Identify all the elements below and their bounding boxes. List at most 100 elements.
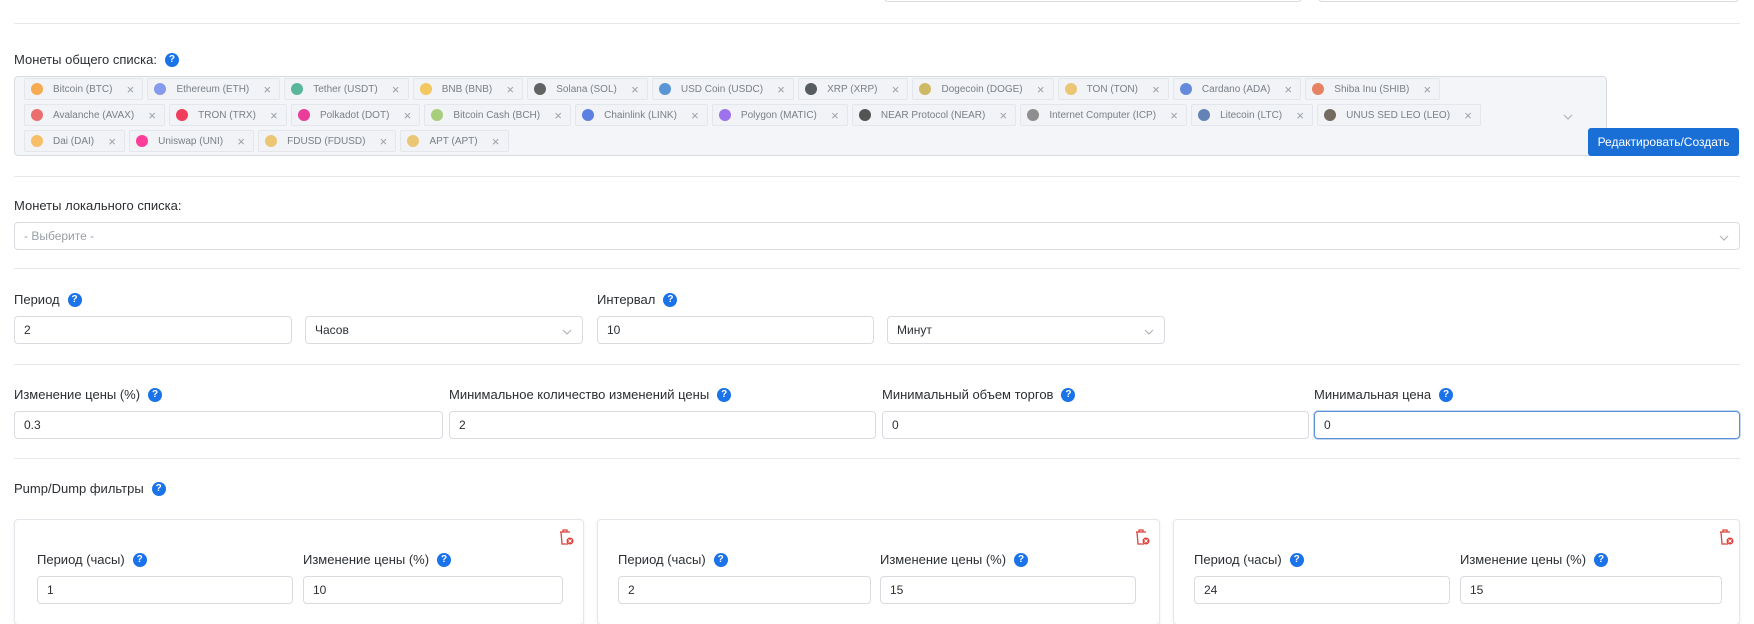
remove-tag-icon[interactable]: × — [1033, 82, 1049, 97]
remove-tag-icon[interactable]: × — [1166, 108, 1182, 123]
coin-tag[interactable]: Bitcoin (BTC) × — [24, 78, 144, 100]
coin-tag[interactable]: Litecoin (LTC) × — [1191, 104, 1314, 126]
min-price-input[interactable]: 0 — [1314, 411, 1740, 439]
remove-tag-icon[interactable]: × — [144, 108, 160, 123]
card-change-input[interactable]: 15 — [880, 576, 1136, 604]
edit-create-button[interactable]: Редактировать/Создать — [1588, 128, 1739, 156]
coin-icon — [1312, 83, 1325, 95]
coin-tag-label: TRON (TRX) — [198, 109, 256, 121]
coin-tag[interactable]: UNUS SED LEO (LEO) × — [1317, 104, 1482, 126]
period-unit-select[interactable]: Часов — [305, 316, 583, 344]
help-icon[interactable]: ? — [1439, 387, 1454, 402]
help-icon[interactable]: ? — [1594, 552, 1609, 567]
coin-tag[interactable]: TRON (TRX) × — [169, 104, 287, 126]
interval-unit-select[interactable]: Минут — [887, 316, 1165, 344]
common-coins-label: Монеты общего списка: ? — [14, 52, 179, 67]
remove-tag-icon[interactable]: × — [502, 82, 518, 97]
remove-tag-icon[interactable]: × — [887, 82, 903, 97]
remove-tag-icon[interactable]: × — [773, 82, 789, 97]
remove-tag-icon[interactable]: × — [827, 108, 843, 123]
delete-filter-icon[interactable] — [1718, 528, 1734, 546]
coin-tag[interactable]: Avalanche (AVAX) × — [24, 104, 166, 126]
remove-tag-icon[interactable]: × — [122, 82, 138, 97]
coin-tag[interactable]: Shiba Inu (SHIB) × — [1305, 78, 1441, 100]
coin-tag[interactable]: BNB (BNB) × — [412, 78, 524, 100]
remove-tag-icon[interactable]: × — [259, 82, 275, 97]
delete-filter-icon[interactable] — [1134, 528, 1150, 546]
top-input-right[interactable] — [1318, 0, 1739, 2]
coin-icon — [1027, 109, 1040, 121]
card-change-input[interactable]: 10 — [303, 576, 563, 604]
coin-tag[interactable]: APT (APT) × — [400, 130, 509, 152]
coin-tag-label: Ethereum (ETH) — [176, 83, 250, 95]
delete-filter-icon[interactable] — [558, 528, 574, 546]
remove-tag-icon[interactable]: × — [233, 134, 249, 149]
coin-tag[interactable]: NEAR Protocol (NEAR) × — [851, 104, 1017, 126]
remove-tag-icon[interactable]: × — [399, 108, 415, 123]
help-icon[interactable]: ? — [437, 552, 452, 567]
remove-tag-icon[interactable]: × — [488, 134, 504, 149]
interval-input[interactable]: 10 — [597, 316, 874, 344]
coin-tag-label: Litecoin (LTC) — [1220, 109, 1283, 121]
coin-tag[interactable]: Internet Computer (ICP) × — [1020, 104, 1188, 126]
min-volume-input[interactable]: 0 — [882, 411, 1309, 439]
coin-tag[interactable]: Uniswap (UNI) × — [129, 130, 255, 152]
coin-tag-label: UNUS SED LEO (LEO) — [1346, 109, 1451, 121]
card-period-input[interactable]: 24 — [1194, 576, 1450, 604]
remove-tag-icon[interactable]: × — [266, 108, 282, 123]
min-changes-input[interactable]: 2 — [449, 411, 876, 439]
coin-tag-label: Shiba Inu (SHIB) — [1334, 83, 1410, 95]
help-icon[interactable]: ? — [148, 387, 163, 402]
remove-tag-icon[interactable]: × — [375, 134, 391, 149]
coin-tag[interactable]: TON (TON) × — [1057, 78, 1169, 100]
remove-tag-icon[interactable]: × — [550, 108, 566, 123]
card-period-input[interactable]: 2 — [618, 576, 871, 604]
coin-tag[interactable]: Polkadot (DOT) × — [290, 104, 421, 126]
card-period-input[interactable]: 1 — [37, 576, 293, 604]
card-period-label-text: Период (часы) — [618, 552, 706, 567]
local-coins-select[interactable]: - Выберите - — [14, 222, 1740, 250]
coin-icon — [176, 109, 189, 121]
coin-tag[interactable]: Dogecoin (DOGE) × — [912, 78, 1054, 100]
help-icon[interactable]: ? — [67, 292, 82, 307]
coin-tag[interactable]: Ethereum (ETH) × — [147, 78, 281, 100]
coin-tag[interactable]: Chainlink (LINK) × — [575, 104, 708, 126]
help-icon[interactable]: ? — [1014, 552, 1029, 567]
remove-tag-icon[interactable]: × — [1280, 82, 1296, 97]
coin-tag[interactable]: Dai (DAI) × — [24, 130, 126, 152]
remove-tag-icon[interactable]: × — [1419, 82, 1435, 97]
help-icon[interactable]: ? — [713, 552, 728, 567]
coin-icon — [291, 83, 304, 95]
period-input[interactable]: 2 — [14, 316, 292, 344]
remove-tag-icon[interactable]: × — [388, 82, 404, 97]
coin-tag[interactable]: FDUSD (FDUSD) × — [258, 130, 397, 152]
coin-tag[interactable]: Polygon (MATIC) × — [711, 104, 848, 126]
help-icon[interactable]: ? — [1061, 387, 1076, 402]
coin-tag[interactable]: Tether (USDT) × — [284, 78, 409, 100]
remove-tag-icon[interactable]: × — [627, 82, 643, 97]
chevron-down-icon[interactable] — [1563, 112, 1573, 122]
top-input-left[interactable] — [884, 0, 1302, 2]
help-icon[interactable]: ? — [717, 387, 732, 402]
remove-tag-icon[interactable]: × — [687, 108, 703, 123]
price-change-input[interactable]: 0.3 — [14, 411, 443, 439]
period-label: Период ? — [14, 292, 82, 307]
coin-tag[interactable]: Bitcoin Cash (BCH) × — [424, 104, 572, 126]
coin-tag[interactable]: USD Coin (USDC) × — [651, 78, 795, 100]
coin-tag[interactable]: Cardano (ADA) × — [1172, 78, 1302, 100]
remove-tag-icon[interactable]: × — [104, 134, 120, 149]
card-change-input[interactable]: 15 — [1460, 576, 1722, 604]
remove-tag-icon[interactable]: × — [1148, 82, 1164, 97]
help-icon[interactable]: ? — [164, 52, 179, 67]
chevron-down-icon — [562, 326, 572, 336]
coin-tag[interactable]: XRP (XRP) × — [798, 78, 909, 100]
remove-tag-icon[interactable]: × — [1292, 108, 1308, 123]
remove-tag-icon[interactable]: × — [1460, 108, 1476, 123]
help-icon[interactable]: ? — [1289, 552, 1304, 567]
help-icon[interactable]: ? — [663, 292, 678, 307]
help-icon[interactable]: ? — [132, 552, 147, 567]
remove-tag-icon[interactable]: × — [995, 108, 1011, 123]
common-coins-multiselect[interactable]: Bitcoin (BTC) × Ethereum (ETH) × Tether (USD… — [14, 76, 1607, 156]
help-icon[interactable]: ? — [151, 481, 166, 496]
coin-tag[interactable]: Solana (SOL) × — [527, 78, 648, 100]
